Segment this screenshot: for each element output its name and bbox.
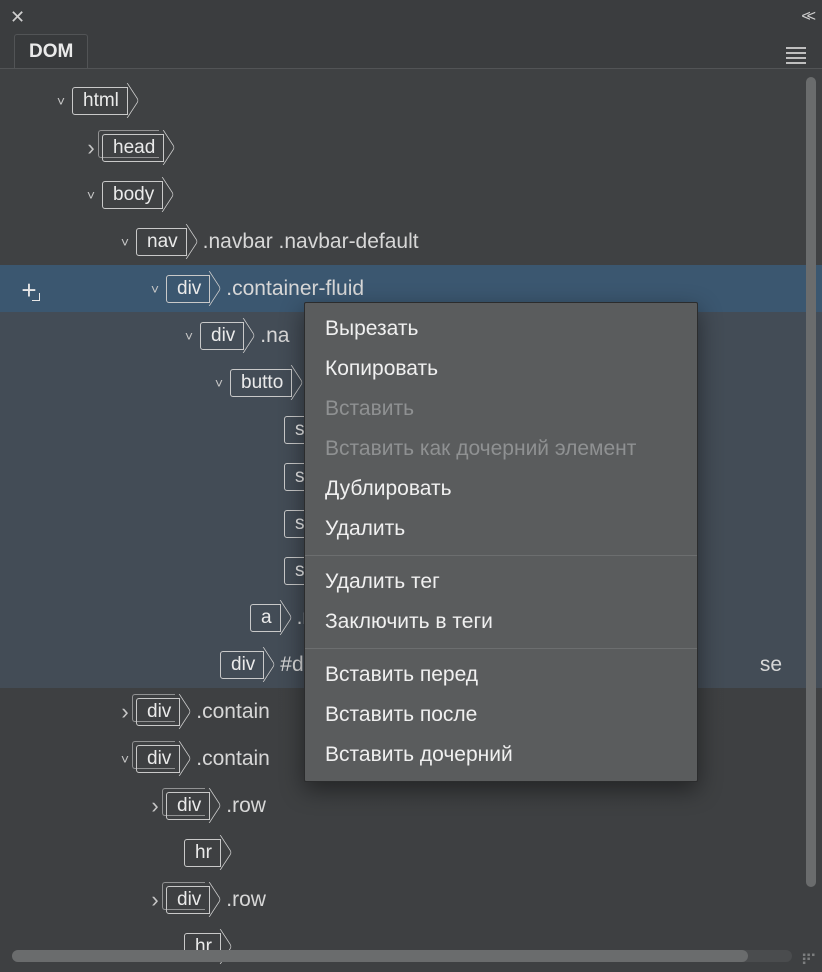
vertical-scrollbar[interactable] [806,77,816,907]
tree-node[interactable]: ˅body [0,171,822,218]
vertical-scrollbar-thumb[interactable] [806,77,816,887]
element-tag[interactable]: div [166,792,210,820]
context-menu-item: Вставить как дочерний элемент [305,429,697,469]
titlebar: ✕ << [0,0,822,34]
context-menu-item[interactable]: Вырезать [305,309,697,349]
element-classes: .navbar .navbar-default [203,230,419,254]
element-classes: .row [226,794,266,818]
tree-node[interactable]: ˅nav .navbar .navbar-default [0,218,822,265]
tree-node[interactable]: ›div.row [0,782,822,829]
element-tag[interactable]: div [136,698,180,726]
element-classes: .contain [196,747,270,771]
context-menu-item[interactable]: Дублировать [305,469,697,509]
element-tag[interactable]: a [250,604,281,632]
close-icon[interactable]: ✕ [10,7,25,28]
chevron-down-icon[interactable]: ˅ [80,187,102,203]
tab-dom[interactable]: DOM [14,34,88,69]
element-tag[interactable]: div [220,651,264,679]
element-tag[interactable]: div [166,275,210,303]
chevron-down-icon[interactable]: ˅ [50,93,72,109]
context-menu-item[interactable]: Копировать [305,349,697,389]
element-classes: #d [280,653,303,677]
context-menu-item: Вставить [305,389,697,429]
element-tag[interactable]: body [102,181,163,209]
tree-node[interactable]: ›div.row [0,876,822,923]
element-tag[interactable]: hr [184,839,221,867]
context-menu-item[interactable]: Вставить перед [305,655,697,695]
tree-node[interactable]: hr [0,923,822,970]
chevron-down-icon[interactable]: ˅ [208,375,230,391]
chevron-down-icon[interactable]: ˅ [144,281,166,297]
context-menu-separator [305,555,697,556]
horizontal-scrollbar-thumb[interactable] [12,950,748,962]
context-menu-item[interactable]: Вставить дочерний [305,735,697,775]
element-tag[interactable]: head [102,134,164,162]
tabbar: DOM [0,34,822,68]
element-classes-trailing: se [760,653,782,677]
chevron-down-icon[interactable]: ˅ [114,234,136,250]
context-menu-item[interactable]: Удалить тег [305,562,697,602]
panel-menu-icon[interactable] [782,43,810,68]
context-menu[interactable]: ВырезатьКопироватьВставитьВставить как д… [304,302,698,782]
context-menu-item[interactable]: Удалить [305,509,697,549]
element-classes: .container-fluid [226,277,364,301]
element-tag[interactable]: div [136,745,180,773]
element-classes: .row [226,888,266,912]
chevron-down-icon[interactable]: ˅ [178,328,200,344]
collapse-panel-icon[interactable]: << [801,8,812,26]
element-tag[interactable]: html [72,87,128,115]
element-classes: .contain [196,700,270,724]
horizontal-scrollbar[interactable] [12,950,792,962]
tree-node[interactable]: hr [0,829,822,876]
element-classes: .na [260,324,289,348]
element-tag[interactable]: div [166,886,210,914]
element-tag[interactable]: nav [136,228,187,256]
context-menu-separator [305,648,697,649]
element-tag[interactable]: butto [230,369,292,397]
resize-grip-icon[interactable]: ▪▪▪▪▪▪ [802,954,816,966]
context-menu-item[interactable]: Вставить после [305,695,697,735]
element-tag[interactable]: div [200,322,244,350]
dom-panel: ˅html›head˅body˅nav.navbar .navbar-defau… [0,68,822,972]
tree-node[interactable]: ˅html [0,77,822,124]
tree-node[interactable]: ›head [0,124,822,171]
context-menu-item[interactable]: Заключить в теги [305,602,697,642]
